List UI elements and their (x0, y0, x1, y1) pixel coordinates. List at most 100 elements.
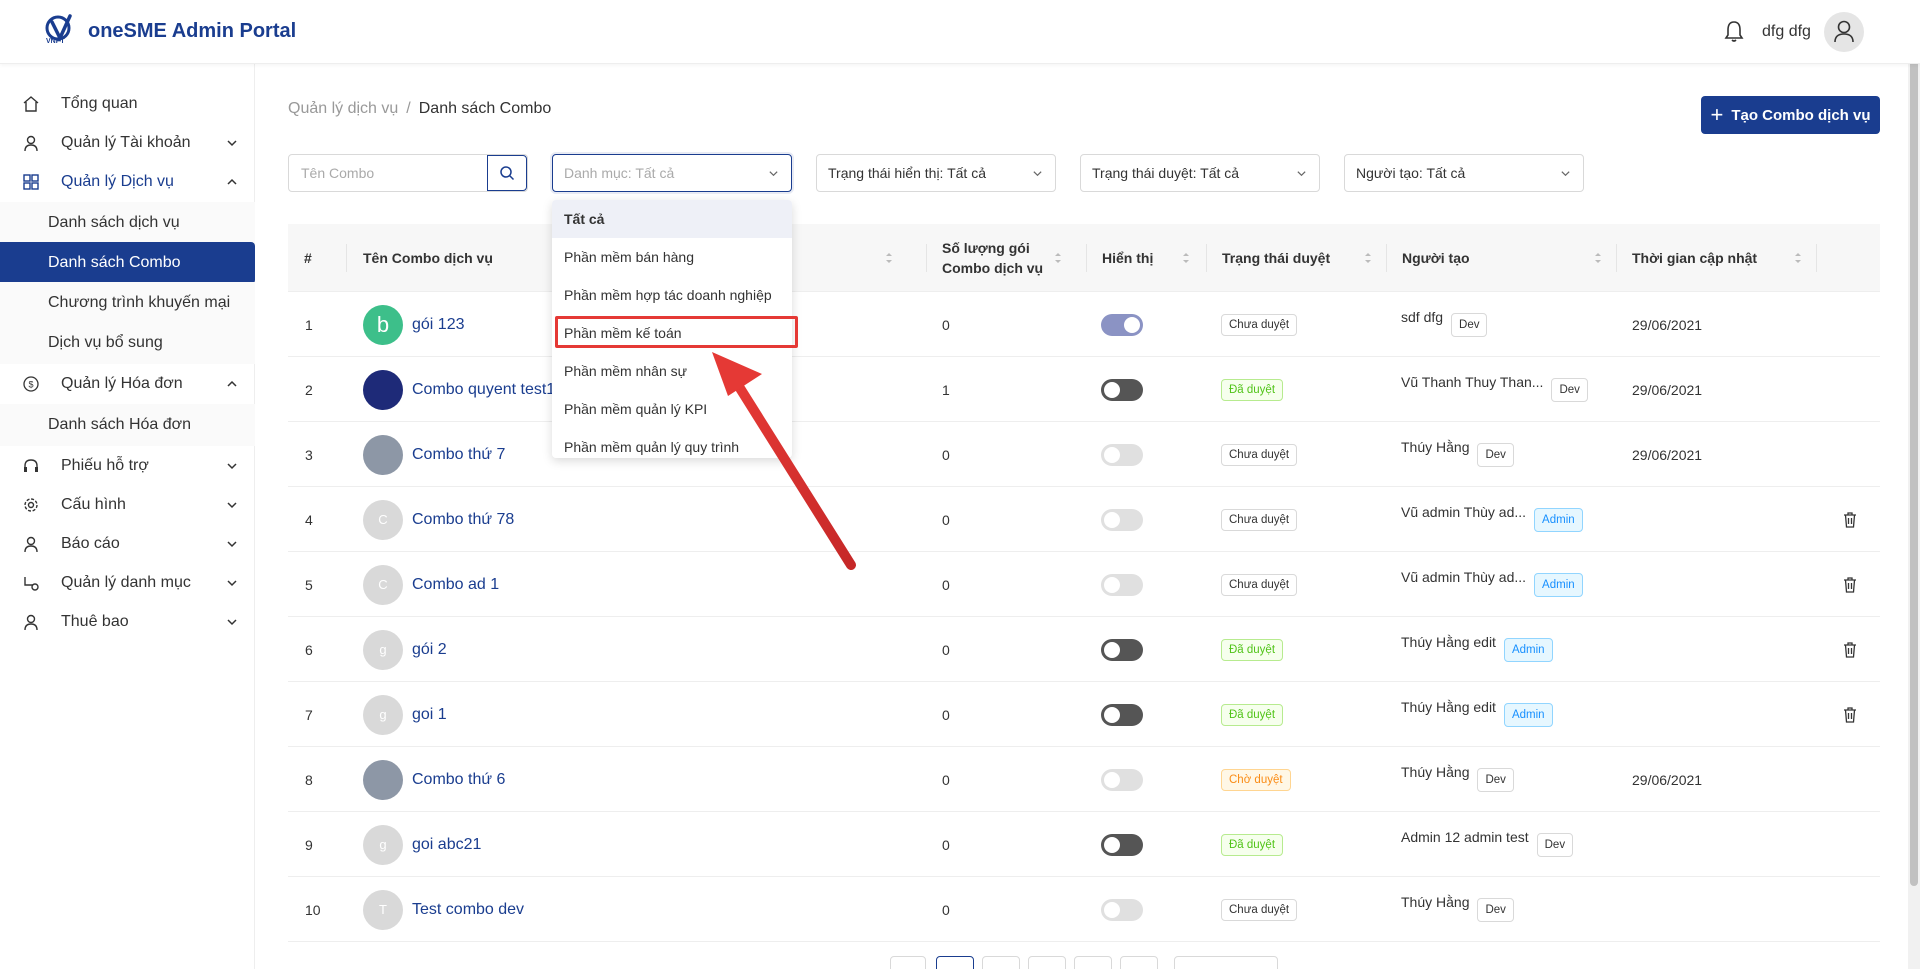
combo-name-cell[interactable]: g gói 2 (363, 617, 447, 682)
sidebar-item-overview[interactable]: Tổng quan (0, 82, 255, 126)
sidebar-item-config[interactable]: Cấu hình (0, 483, 255, 527)
display-toggle[interactable] (1101, 313, 1143, 336)
sidebar-item-subscriptions[interactable]: Thuê bao (0, 600, 255, 644)
sidebar: Tổng quan Quản lý Tài khoản Quản lý Dịch… (0, 64, 255, 969)
sidebar-item-label: Tổng quan (61, 95, 138, 112)
sidebar-item-categories[interactable]: Quản lý danh mục (0, 561, 255, 605)
search-input[interactable]: Tên Combo (288, 154, 528, 192)
combo-name-link[interactable]: Combo thứ 78 (412, 511, 514, 529)
user-name[interactable]: dfg dfg (1762, 23, 1811, 41)
table-row[interactable]: 5 C Combo ad 1 0 Chưa duyệt Vũ admin Thùy ad.… (288, 552, 1880, 617)
dropdown-option[interactable]: Tất cả (552, 200, 792, 238)
trash-icon[interactable] (1843, 576, 1857, 593)
pagination-page[interactable] (1028, 956, 1066, 969)
chevron-down-icon (1033, 171, 1042, 177)
combo-name-link[interactable]: gói 2 (412, 641, 447, 659)
table-row[interactable]: 3 Combo thứ 7 0 Chưa duyệt Thúy Hằng Dev 29/06… (288, 422, 1880, 487)
role-badge: Dev (1477, 442, 1514, 467)
display-toggle[interactable] (1101, 508, 1143, 531)
combo-name-link[interactable]: gói 123 (412, 316, 465, 334)
combo-name-cell[interactable]: b gói 123 (363, 292, 465, 357)
col-status-header[interactable]: Trạng thái duyệt (1222, 224, 1382, 292)
trash-icon[interactable] (1843, 641, 1857, 658)
col-updated-header[interactable]: Thời gian cập nhật (1632, 224, 1812, 292)
sidebar-item-accounts[interactable]: Quản lý Tài khoản (0, 121, 255, 165)
app-title[interactable]: oneSME Admin Portal (88, 20, 296, 43)
display-toggle[interactable] (1101, 573, 1143, 596)
table-row[interactable]: 1 b gói 123 0 Chưa duyệt sdf dfg Dev 29/06/2021 (288, 292, 1880, 357)
pagination-page[interactable] (936, 956, 974, 969)
dropdown-option[interactable]: Phần mềm bán hàng (552, 238, 792, 276)
combo-name-link[interactable]: Combo thứ 7 (412, 446, 505, 464)
combo-name-cell[interactable]: Combo quyent test1 (363, 357, 555, 422)
breadcrumb-parent[interactable]: Quản lý dịch vụ (288, 100, 398, 117)
page-scrollbar[interactable] (1908, 0, 1920, 969)
col-creator-header[interactable]: Người tạo (1402, 224, 1612, 292)
col-qty-label-1: Số lượng gói (942, 240, 1030, 256)
combo-name-link[interactable]: Combo quyent test1 (412, 381, 555, 399)
trash-icon[interactable] (1843, 511, 1857, 528)
sidebar-subitem-service-list[interactable]: Danh sách dịch vụ (0, 202, 255, 244)
col-qty-header[interactable]: Số lượng gói Combo dịch vụ (942, 224, 1072, 292)
combo-name-link[interactable]: Test combo dev (412, 901, 524, 919)
col-display-header[interactable]: Hiển thị (1102, 224, 1200, 292)
display-toggle[interactable] (1101, 898, 1143, 921)
sidebar-item-support[interactable]: Phiếu hỗ trợ (0, 444, 255, 488)
table-row[interactable]: 4 C Combo thứ 78 0 Chưa duyệt Vũ admin Thùy a… (288, 487, 1880, 552)
combo-name-link[interactable]: goi abc21 (412, 836, 481, 854)
search-button[interactable] (487, 155, 527, 191)
combo-thumbnail: C (363, 564, 403, 605)
page-size-select[interactable] (1174, 956, 1278, 969)
combo-qty: 0 (942, 901, 950, 918)
combo-name-cell[interactable]: Combo thứ 7 (363, 422, 505, 487)
sidebar-item-reports[interactable]: Báo cáo (0, 522, 255, 566)
status-badge: Đã duyệt (1221, 378, 1284, 401)
creator-name: Thúy Hằng edit (1401, 698, 1496, 715)
pagination-prev[interactable] (890, 956, 926, 969)
combo-name-link[interactable]: goi 1 (412, 706, 447, 724)
display-status-filter-select[interactable]: Trạng thái hiển thị: Tất cả (816, 154, 1056, 192)
sidebar-subitem-addons[interactable]: Dịch vụ bổ sung (0, 322, 255, 364)
scrollbar-thumb[interactable] (1910, 6, 1918, 886)
combo-name-cell[interactable]: g goi abc21 (363, 812, 481, 877)
table-row[interactable]: 9 g goi abc21 0 Đã duyệt Admin 12 admin test D… (288, 812, 1880, 877)
table-row[interactable]: 6 g gói 2 0 Đã duyệt Thúy Hằng edit Admin (288, 617, 1880, 682)
creator-filter-select[interactable]: Người tạo: Tất cả (1344, 154, 1584, 192)
pagination-page[interactable] (982, 956, 1020, 969)
table-row[interactable]: 8 Combo thứ 6 0 Chờ duyệt Thúy Hằng Dev 29/06/… (288, 747, 1880, 812)
pagination-next[interactable] (1120, 956, 1158, 969)
combo-name-cell[interactable]: C Combo thứ 78 (363, 487, 514, 552)
display-toggle[interactable] (1101, 638, 1143, 661)
display-toggle[interactable] (1101, 768, 1143, 791)
bell-icon[interactable] (1723, 19, 1745, 43)
combo-name-cell[interactable]: C Combo ad 1 (363, 552, 499, 617)
avatar[interactable] (1824, 12, 1864, 52)
trash-icon[interactable] (1843, 706, 1857, 723)
sidebar-subitem-invoice-list[interactable]: Danh sách Hóa đơn (0, 404, 255, 446)
creator-name: Thúy Hằng edit (1401, 633, 1496, 650)
display-toggle[interactable] (1101, 443, 1143, 466)
sidebar-subitem-promotions[interactable]: Chương trình khuyến mại (0, 282, 255, 324)
combo-name-cell[interactable]: T Test combo dev (363, 877, 524, 942)
table-row[interactable]: 7 g goi 1 0 Đã duyệt Thúy Hằng edit Admin (288, 682, 1880, 747)
combo-name-link[interactable]: Combo ad 1 (412, 576, 499, 594)
table-row[interactable]: 2 Combo quyent test1 1 Đã duyệt Vũ Thanh Thu… (288, 357, 1880, 422)
display-toggle[interactable] (1101, 833, 1143, 856)
approval-status-filter-select[interactable]: Trạng thái duyệt: Tất cả (1080, 154, 1320, 192)
sidebar-subitem-combo-list[interactable]: Danh sách Combo (0, 242, 255, 284)
combo-name-cell[interactable]: Combo thứ 6 (363, 747, 505, 812)
combo-name-cell[interactable]: g goi 1 (363, 682, 447, 747)
pagination-page[interactable] (1074, 956, 1112, 969)
table-row[interactable]: 10 T Test combo dev 0 Chưa duyệt Thúy Hằng Dev (288, 877, 1880, 942)
sidebar-item-invoices[interactable]: $ Quản lý Hóa đơn (0, 362, 255, 406)
dropdown-option[interactable]: Phần mềm hợp tác doanh nghiệp (552, 276, 792, 314)
combo-name-link[interactable]: Combo thứ 6 (412, 771, 505, 789)
display-toggle[interactable] (1101, 703, 1143, 726)
category-filter-select[interactable]: Danh mục: Tất cả (552, 154, 792, 192)
role-badge: Dev (1477, 897, 1514, 922)
chevron-up-icon (227, 178, 237, 185)
display-toggle[interactable] (1101, 378, 1143, 401)
sidebar-item-services[interactable]: Quản lý Dịch vụ (0, 160, 255, 204)
create-combo-button[interactable]: + Tạo Combo dịch vụ (1701, 96, 1880, 134)
creator-name: Vũ admin Thùy ad... (1401, 568, 1527, 585)
